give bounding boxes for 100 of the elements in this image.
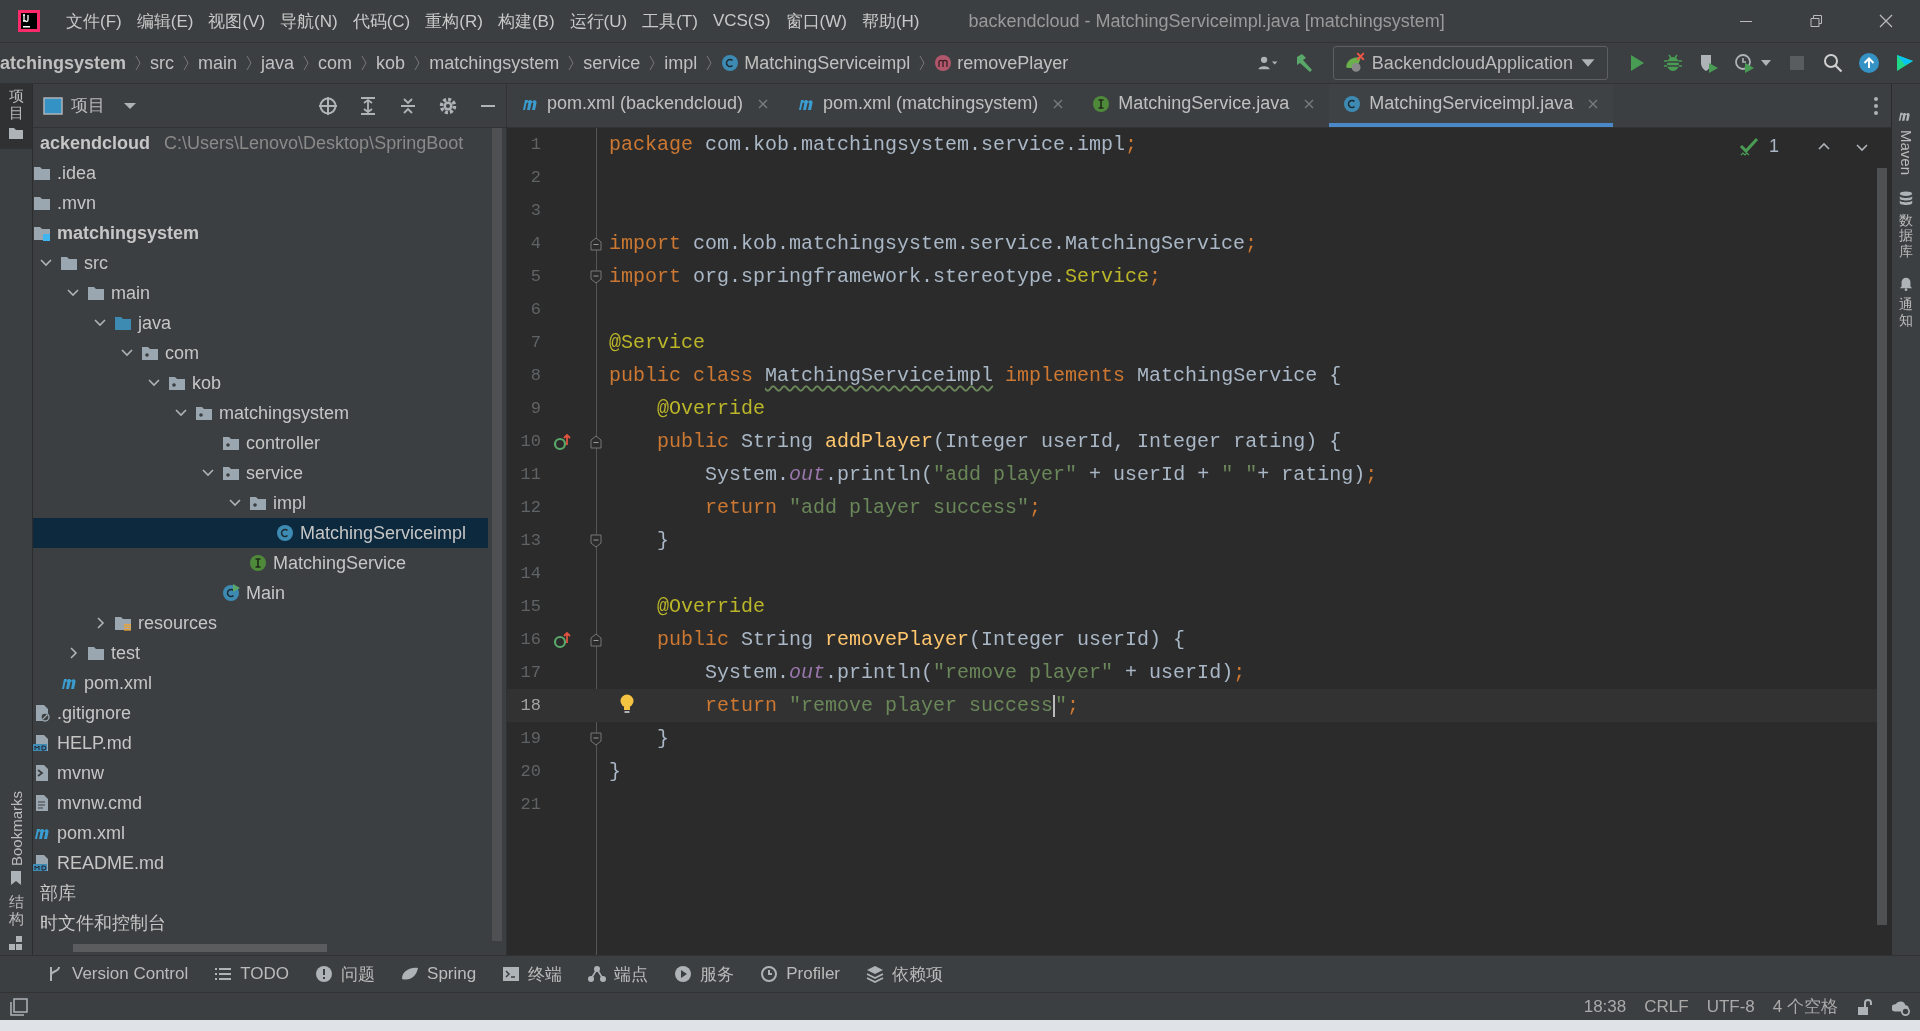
breadcrumb[interactable]: service xyxy=(583,52,641,74)
close-icon[interactable] xyxy=(1052,97,1065,110)
scrollbar-thumb[interactable] xyxy=(73,944,327,952)
tree-row[interactable]: mvnw xyxy=(33,758,488,788)
tool-window-button[interactable]: Spring xyxy=(401,964,477,984)
tree-row[interactable]: HELP.md xyxy=(33,728,488,758)
run-configuration-dropdown[interactable]: BackendcloudApplication xyxy=(1332,46,1608,80)
tree-row[interactable]: MatchingServiceimpl xyxy=(33,518,488,548)
tree-row[interactable]: ackendcloud C:\Users\Lenovo\Desktop\SpringBoot xyxy=(33,128,488,158)
maven-tool-tab[interactable]: Maven xyxy=(1897,130,1915,176)
scrollbar-thumb[interactable] xyxy=(492,128,502,941)
inspection-count[interactable]: 1 xyxy=(1769,136,1779,157)
tool-window-button[interactable]: 端点 xyxy=(588,962,649,986)
restore-icon[interactable] xyxy=(1808,13,1824,29)
menu-item[interactable]: 视图(V) xyxy=(208,9,266,33)
fold-marker-icon[interactable] xyxy=(590,533,602,548)
close-icon[interactable] xyxy=(757,97,770,110)
tool-window-button[interactable]: Version Control xyxy=(46,964,189,984)
line-separator[interactable]: CRLF xyxy=(1644,996,1689,1017)
tool-window-button[interactable]: TODO xyxy=(214,964,290,984)
lightbulb-icon[interactable] xyxy=(619,694,635,714)
tree-row[interactable]: MatchingService xyxy=(33,548,488,578)
breadcrumb[interactable]: main xyxy=(198,52,238,74)
panel-title[interactable]: 项目 xyxy=(71,94,105,117)
override-marker-icon[interactable] xyxy=(553,630,571,649)
notifications-tool-tab[interactable]: 通知 xyxy=(1899,297,1913,328)
menu-item[interactable]: 编辑(E) xyxy=(136,9,194,33)
editor-tab[interactable]: pom.xml (matchingsystem) xyxy=(783,84,1079,127)
indent-setting[interactable]: 4 个空格 xyxy=(1772,995,1838,1018)
file-encoding[interactable]: UTF-8 xyxy=(1706,996,1755,1017)
tree-row[interactable]: pom.xml xyxy=(33,668,488,698)
editor-tab[interactable]: pom.xml (backendcloud) xyxy=(507,84,784,127)
more-options-icon[interactable] xyxy=(1873,95,1879,116)
tree-row[interactable]: main xyxy=(33,278,488,308)
app-logo-icon[interactable] xyxy=(18,10,40,32)
fold-marker-icon[interactable] xyxy=(590,236,602,251)
breadcrumb[interactable]: impl xyxy=(664,52,698,74)
collapse-all-icon[interactable] xyxy=(398,95,418,116)
tree-row[interactable]: impl xyxy=(33,488,488,518)
close-icon[interactable] xyxy=(1878,13,1894,29)
tool-window-button[interactable]: Profiler xyxy=(760,964,841,984)
menu-item[interactable]: VCS(S) xyxy=(712,11,771,31)
search-icon[interactable] xyxy=(1822,53,1844,73)
unlock-icon[interactable] xyxy=(1856,997,1874,1016)
menu-item[interactable]: 帮助(H) xyxy=(861,9,920,33)
tree-row[interactable]: matchingsystem xyxy=(33,218,488,248)
tree-row[interactable]: resources xyxy=(33,608,488,638)
tree-row[interactable]: Main xyxy=(33,578,488,608)
breadcrumb[interactable]: src xyxy=(150,52,175,74)
breadcrumb[interactable]: java xyxy=(261,52,295,74)
breadcrumb[interactable]: kob xyxy=(376,52,406,74)
breadcrumb[interactable]: atchingsystem xyxy=(0,52,127,74)
tree-row[interactable]: src xyxy=(33,248,488,278)
tree-row[interactable]: java xyxy=(33,308,488,338)
fold-marker-icon[interactable] xyxy=(590,731,602,746)
menu-item[interactable]: 重构(R) xyxy=(425,9,483,33)
scrollbar-thumb[interactable] xyxy=(1877,168,1887,925)
tree-row[interactable]: mvnw.cmd xyxy=(33,788,488,818)
coverage-icon[interactable] xyxy=(1698,53,1720,73)
breadcrumb[interactable]: MatchingServiceimpl xyxy=(721,52,911,74)
tree-row[interactable]: kob xyxy=(33,368,488,398)
caret-position[interactable]: 18:38 xyxy=(1583,996,1627,1017)
menu-item[interactable]: 运行(U) xyxy=(569,9,628,33)
menu-item[interactable]: 工具(T) xyxy=(642,9,698,33)
breadcrumb[interactable]: matchingsystem xyxy=(429,52,560,74)
tree-row[interactable]: com xyxy=(33,338,488,368)
project-tool-tab[interactable]: 项目 xyxy=(0,84,32,149)
tree-row[interactable]: .gitignore xyxy=(33,698,488,728)
tool-window-button[interactable]: 服务 xyxy=(674,962,735,986)
tree-row[interactable]: 时文件和控制台 xyxy=(33,908,488,938)
fold-marker-icon[interactable] xyxy=(590,269,602,284)
tree-row[interactable]: controller xyxy=(33,428,488,458)
menu-item[interactable]: 导航(N) xyxy=(280,9,338,33)
menu-item[interactable]: 文件(F) xyxy=(66,9,122,33)
tree-row[interactable]: .idea xyxy=(33,158,488,188)
tree-row[interactable]: .mvn xyxy=(33,188,488,218)
structure-tool-tab[interactable]: 结构 xyxy=(8,890,24,931)
tree-row[interactable]: service xyxy=(33,458,488,488)
tree-row[interactable]: pom.xml xyxy=(33,818,488,848)
tool-window-button[interactable]: 依赖项 xyxy=(866,962,944,986)
close-icon[interactable] xyxy=(1303,97,1316,110)
check-icon[interactable] xyxy=(1739,136,1759,157)
crosshair-icon[interactable] xyxy=(318,95,338,116)
menu-item[interactable]: 代码(C) xyxy=(352,9,411,33)
expand-all-icon[interactable] xyxy=(358,95,378,116)
override-marker-icon[interactable] xyxy=(553,432,571,451)
fold-marker-icon[interactable] xyxy=(590,632,602,647)
tree-row[interactable]: test xyxy=(33,638,488,668)
tool-window-button[interactable]: 问题 xyxy=(315,962,376,986)
breadcrumb[interactable]: removePlayer xyxy=(934,52,1069,74)
bookmarks-tool-tab[interactable]: Bookmarks xyxy=(7,790,25,866)
panel-toggle-icon[interactable] xyxy=(10,997,28,1016)
tool-window-button[interactable]: 终端 xyxy=(502,962,563,986)
debug-bug-icon[interactable] xyxy=(1662,53,1684,73)
menu-item[interactable]: 构建(B) xyxy=(497,9,555,33)
settings-icon[interactable] xyxy=(438,95,458,116)
editor-tab[interactable]: MatchingService.java xyxy=(1078,84,1330,127)
profiler-icon[interactable] xyxy=(1734,53,1756,73)
database-tool-tab[interactable]: 数据库 xyxy=(1899,213,1913,260)
menu-item[interactable]: 窗口(W) xyxy=(785,9,847,33)
